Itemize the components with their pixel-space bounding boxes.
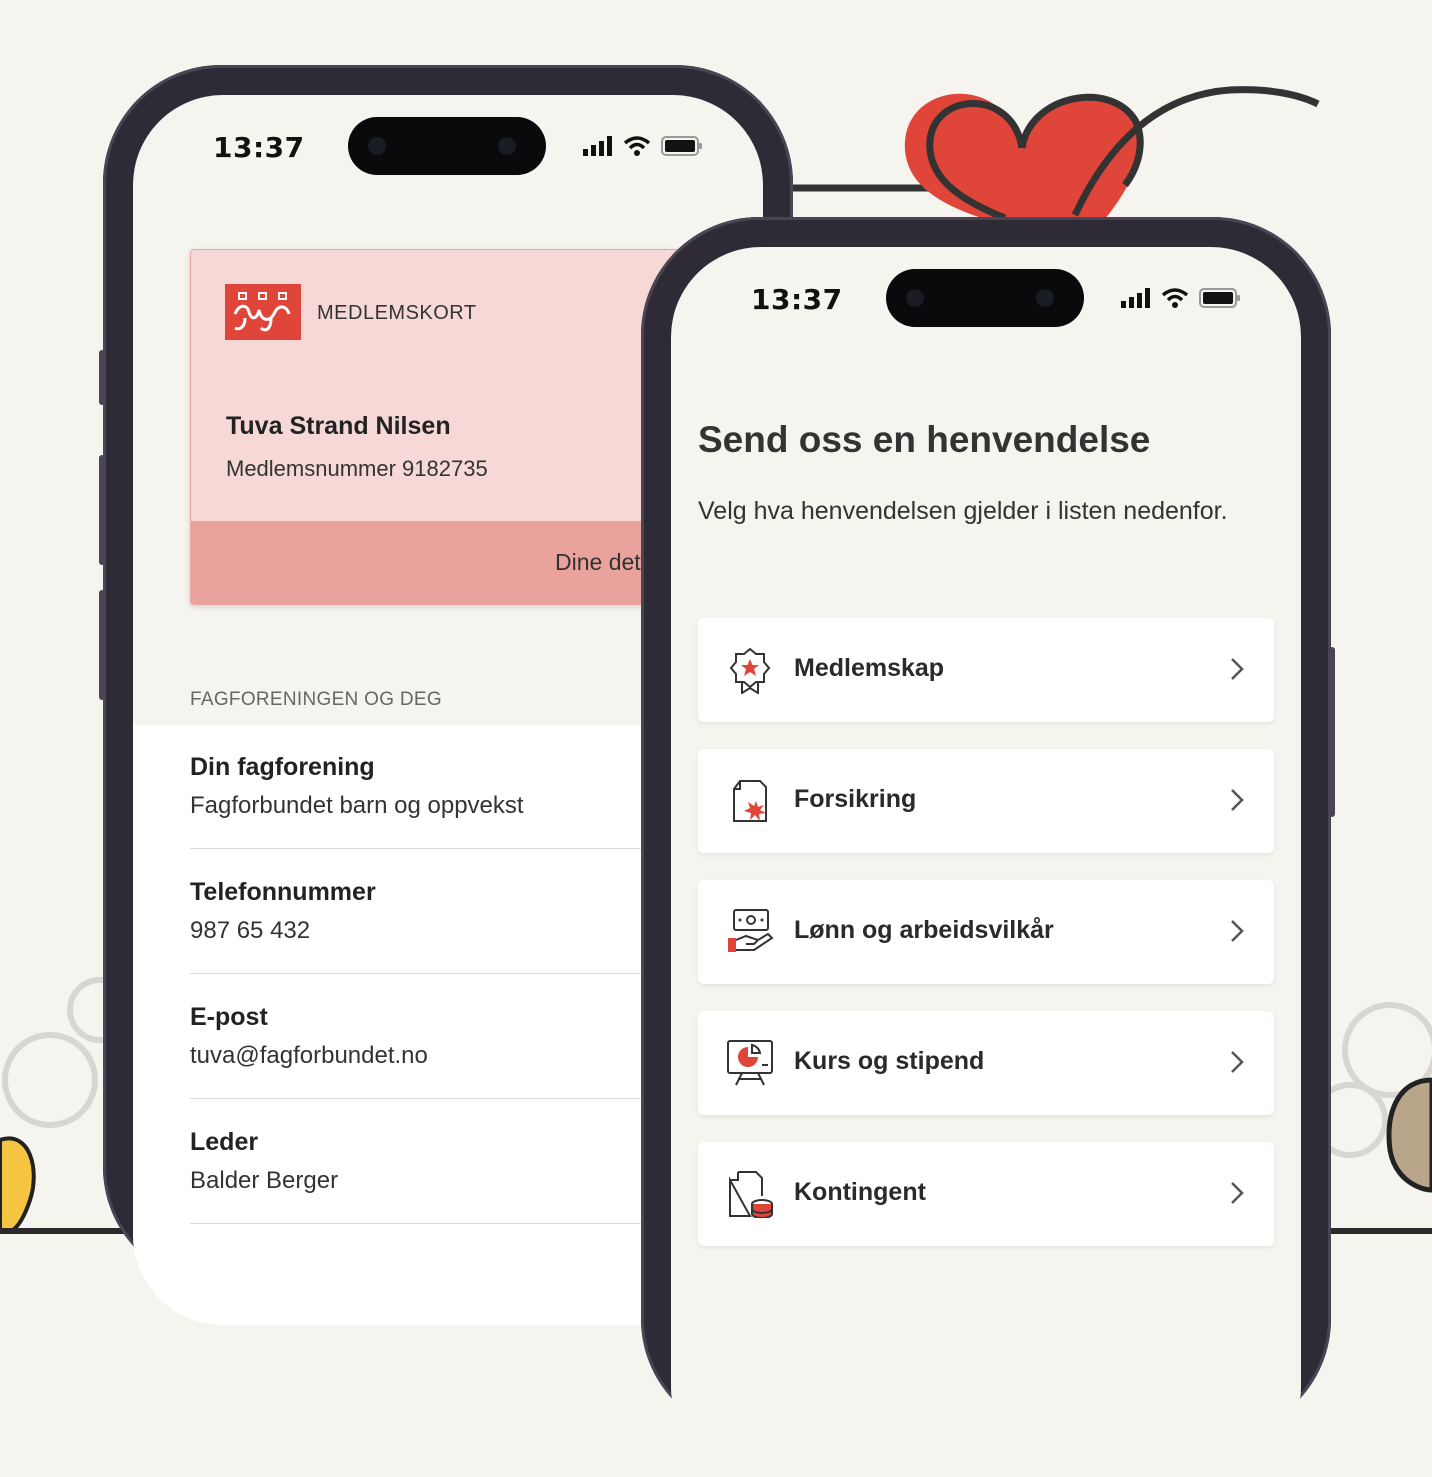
menu-item-fee[interactable]: Kontingent [698, 1142, 1274, 1246]
item-label: Kurs og stipend [794, 1047, 985, 1075]
volume-down-button [99, 590, 105, 700]
presentation-board-icon [727, 1040, 773, 1086]
status-time: 13:37 [751, 283, 843, 316]
item-label: Lønn og arbeidsvilkår [794, 916, 1054, 944]
member-name: Tuva Strand Nilsen [226, 412, 451, 440]
dynamic-island [348, 117, 546, 175]
chevron-right-icon [1231, 1051, 1244, 1073]
card-label: MEDLEMSKORT [317, 302, 477, 324]
chevron-right-icon [1231, 658, 1244, 680]
chevron-right-icon [1231, 789, 1244, 811]
status-icons [1121, 287, 1241, 309]
menu-item-salary[interactable]: Lønn og arbeidsvilkår [698, 880, 1274, 984]
screen-right: 13:37 Send oss en henvendelse Velg hva h… [671, 247, 1301, 1477]
item-label: Medlemskap [794, 654, 945, 682]
page-title: Send oss en henvendelse [698, 419, 1151, 460]
decor-yellow-blob [0, 1136, 36, 1234]
member-number: Medlemsnummer 9182735 [226, 456, 488, 481]
camera-icon [368, 137, 386, 155]
chevron-right-icon [1231, 1182, 1244, 1204]
item-label: Kontingent [794, 1178, 926, 1206]
menu-item-membership[interactable]: Medlemskap [698, 618, 1274, 722]
salary-hand-icon [728, 909, 774, 952]
status-time: 13:37 [213, 131, 305, 164]
volume-up-button [99, 455, 105, 565]
fagforbundet-logo [225, 284, 301, 340]
menu-item-insurance[interactable]: Forsikring [698, 749, 1274, 853]
wifi-icon [623, 136, 651, 156]
fee-document-coins-icon [729, 1171, 773, 1218]
action-button [99, 350, 105, 405]
sensor-icon [498, 137, 516, 155]
chevron-right-icon [1231, 920, 1244, 942]
phone-right: 13:37 Send oss en henvendelse Velg hva h… [641, 217, 1335, 1477]
section-heading: FAGFORENINGEN OG DEG [190, 689, 442, 710]
item-label: Forsikring [794, 785, 917, 813]
page-subtitle: Velg hva henvendelsen gjelder i listen n… [698, 497, 1228, 525]
decor-face-left [2, 1032, 98, 1128]
dynamic-island [886, 269, 1084, 327]
status-icons [583, 135, 703, 157]
wifi-icon [1161, 288, 1189, 308]
signal-icon [583, 136, 612, 156]
signal-icon [1121, 288, 1150, 308]
insurance-document-icon [733, 780, 767, 822]
battery-icon [1199, 288, 1240, 308]
side-button [1329, 647, 1335, 817]
sensor-icon [1036, 289, 1054, 307]
award-badge-icon [729, 647, 771, 694]
menu-item-courses[interactable]: Kurs og stipend [698, 1011, 1274, 1115]
camera-icon [906, 289, 924, 307]
battery-icon [661, 136, 702, 156]
